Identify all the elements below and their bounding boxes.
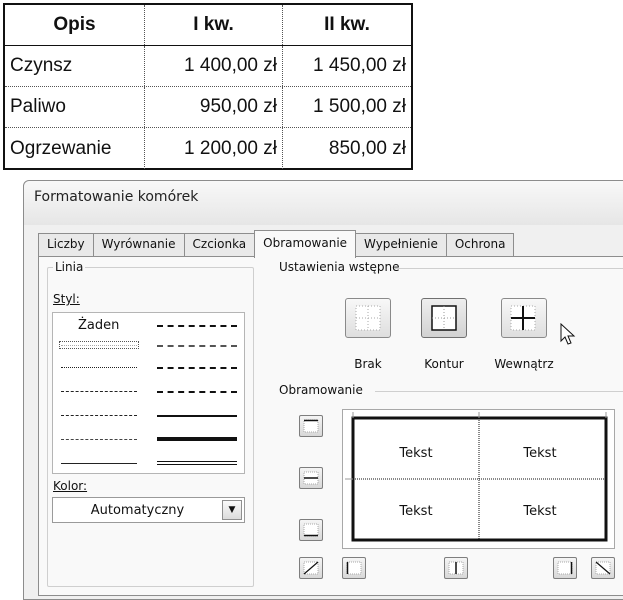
preset-outline-icon (431, 305, 457, 331)
preset-outline-button[interactable] (421, 298, 467, 338)
preview-text: Tekst (399, 446, 433, 461)
border-preview[interactable]: Tekst Tekst Tekst Tekst (342, 409, 615, 549)
line-style-medium-dash-dot-dot[interactable] (157, 325, 237, 327)
border-right-icon (557, 561, 573, 575)
tab-numbers[interactable]: Liczby (38, 233, 94, 257)
border-diagonal-up-button[interactable] (299, 557, 323, 579)
table-row: Ogrzewanie 1 200,00 zł 850,00 zł (5, 128, 411, 169)
border-top-button[interactable] (299, 415, 323, 437)
preset-none-label: Brak (354, 357, 382, 371)
line-style-medium-dash-dot[interactable] (157, 367, 237, 369)
border-bottom-icon (303, 523, 319, 537)
line-style-slant-dash-dot[interactable] (157, 345, 237, 347)
mouse-cursor-icon (560, 323, 576, 345)
table-row: Czynsz 1 400,00 zł 1 450,00 zł (5, 46, 411, 87)
preset-outline-label: Kontur (424, 357, 464, 371)
tab-alignment[interactable]: Wyrównanie (92, 233, 185, 257)
line-style-dash-dot-dot[interactable] (61, 391, 137, 392)
color-dropdown-value: Automatyczny (90, 502, 185, 518)
border-divider (375, 391, 623, 392)
table-cell[interactable]: 1 450,00 zł (283, 46, 411, 86)
line-style-none[interactable]: Żaden (78, 318, 119, 333)
border-top-icon (303, 419, 319, 433)
table-cell[interactable]: Paliwo (5, 87, 145, 127)
preview-text: Tekst (523, 446, 557, 461)
border-vertical-icon (448, 561, 464, 575)
table-row: Paliwo 950,00 zł 1 500,00 zł (5, 87, 411, 128)
color-label: Kolor: (53, 479, 88, 493)
header-cell[interactable]: Opis (5, 5, 145, 45)
preset-none-button[interactable] (345, 298, 391, 338)
line-group-title: Linia (53, 260, 86, 274)
line-style-medium[interactable] (157, 415, 237, 417)
tab-border[interactable]: Obramowanie (254, 230, 357, 258)
border-bottom-button[interactable] (299, 519, 323, 541)
tab-protection[interactable]: Ochrona (445, 233, 515, 257)
table-cell[interactable]: 950,00 zł (145, 87, 283, 127)
border-panel: Linia Styl: Żaden Kolor: Automatyczny ▼ (38, 256, 623, 596)
preview-text: Tekst (399, 504, 433, 519)
table-cell[interactable]: 1 200,00 zł (145, 128, 283, 169)
table-header-row: Opis I kw. II kw. (5, 5, 411, 46)
presets-title: Ustawienia wstępne (277, 260, 402, 274)
line-style-double[interactable] (157, 461, 237, 465)
format-cells-dialog: Formatowanie komórek Liczby Wyrównanie C… (23, 180, 623, 600)
preview-text: Tekst (523, 504, 557, 519)
preset-inside-icon (510, 305, 536, 331)
border-diagonal-down-button[interactable] (591, 557, 615, 579)
border-right-button[interactable] (553, 557, 577, 579)
table-cell[interactable]: 1 400,00 zł (145, 46, 283, 86)
style-label: Styl: (53, 292, 80, 306)
table-cell[interactable]: Ogrzewanie (5, 128, 145, 169)
border-middle-vertical-button[interactable] (444, 557, 468, 579)
dialog-title: Formatowanie komórek (24, 181, 623, 225)
tab-bar: Liczby Wyrównanie Czcionka Obramowanie W… (38, 230, 515, 258)
line-style-thin[interactable] (61, 463, 137, 464)
diagonal-up-icon (303, 561, 319, 575)
line-style-hair[interactable] (61, 345, 137, 346)
header-cell[interactable]: I kw. (145, 5, 283, 45)
border-horizontal-icon (303, 471, 319, 485)
chevron-down-icon[interactable]: ▼ (222, 500, 242, 520)
preset-inside-label: Wewnątrz (494, 357, 554, 371)
table-cell[interactable]: 1 500,00 zł (283, 87, 411, 127)
line-style-medium-dashed[interactable] (157, 391, 237, 393)
preview-grid (345, 412, 608, 542)
diagonal-down-icon (595, 561, 611, 575)
header-cell[interactable]: II kw. (283, 5, 411, 45)
line-style-thick[interactable] (157, 437, 237, 441)
line-style-dotted[interactable] (61, 367, 137, 368)
color-dropdown[interactable]: Automatyczny ▼ (52, 497, 245, 523)
tab-font[interactable]: Czcionka (183, 233, 256, 257)
table-cell[interactable]: 850,00 zł (283, 128, 411, 169)
preset-none-icon (355, 305, 381, 331)
table-cell[interactable]: Czynsz (5, 46, 145, 86)
line-style-dash-dot[interactable] (61, 415, 137, 416)
spreadsheet-table: Opis I kw. II kw. Czynsz 1 400,00 zł 1 4… (3, 3, 413, 170)
border-middle-horizontal-button[interactable] (299, 467, 323, 489)
border-group-title: Obramowanie (277, 383, 365, 397)
border-left-button[interactable] (342, 557, 366, 579)
presets-divider (394, 268, 623, 269)
line-style-dashed[interactable] (61, 439, 137, 440)
border-left-icon (346, 561, 362, 575)
tab-fill[interactable]: Wypełnienie (355, 233, 447, 257)
line-style-list[interactable]: Żaden (52, 312, 245, 474)
preset-inside-button[interactable] (501, 298, 547, 338)
